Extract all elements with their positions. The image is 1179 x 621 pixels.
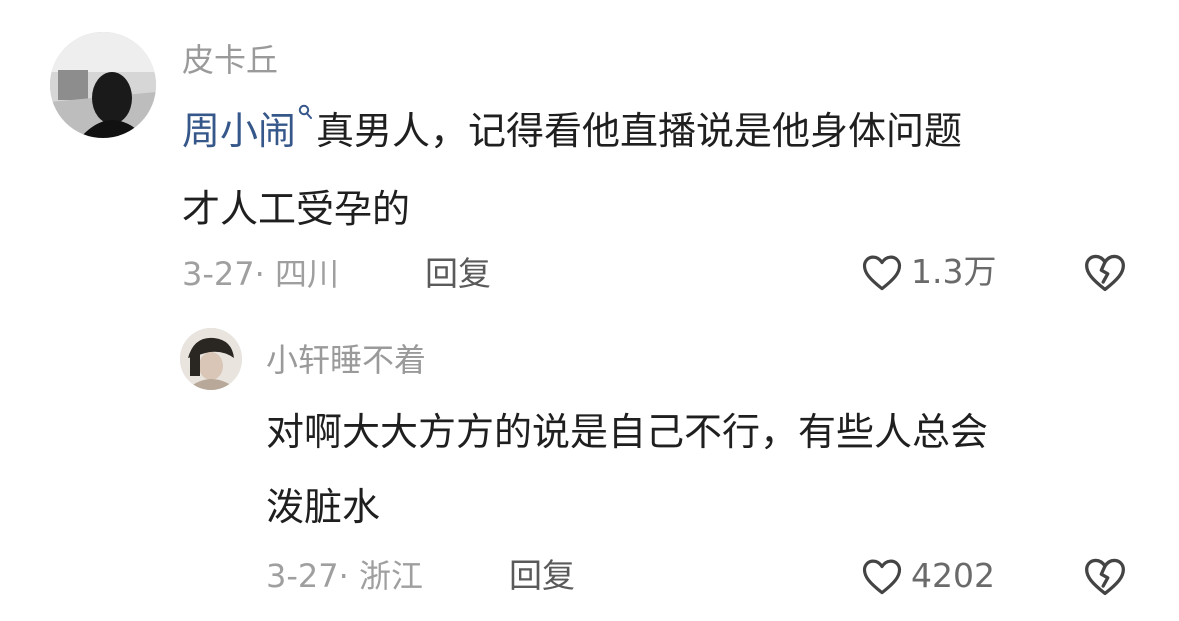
reply-button[interactable]: 回复 [509,556,575,596]
comment-text: 周小闹 真男人，记得看他直播说是他身体问题 才人工受孕的 [182,104,962,233]
reply-button[interactable]: 回复 [425,254,491,294]
dislike-button[interactable] [1083,555,1127,601]
comment-text-line: 对啊大大方方的说是自己不行，有些人总会 [266,410,989,454]
like-button[interactable]: 4202 [861,556,995,596]
dislike-button[interactable] [1083,251,1127,297]
like-count: 1.3万 [911,252,997,291]
broken-heart-icon [1085,254,1125,292]
comment-text-line: 才人工受孕的 [182,187,411,231]
search-mention-icon [298,104,313,119]
meta-separator: · [254,255,265,293]
comment-date: 3-27 [182,255,255,293]
meta-separator: · [338,557,349,595]
comment-location: 浙江 [358,557,423,595]
avatar-image [50,32,156,138]
broken-heart-icon [1085,558,1125,596]
comment-text-line: 泼脏水 [266,485,381,529]
comment-text: 对啊大大方方的说是自己不行，有些人总会 泼脏水 [266,408,988,531]
avatar[interactable] [180,328,242,390]
comment-meta: 3-27· 四川 [182,254,339,294]
comment-meta: 3-27· 浙江 [266,556,423,596]
heart-outline-icon [862,559,902,595]
comment-location: 四川 [274,255,339,293]
like-button[interactable]: 1.3万 [861,252,996,292]
mention-link[interactable]: 周小闹 [182,109,296,153]
comment-date: 3-27 [266,557,339,595]
avatar-image [180,328,242,390]
heart-outline-icon [862,255,902,291]
comment-username[interactable]: 小轩睡不着 [266,340,426,380]
comment-text-line: 真男人，记得看他直播说是他身体问题 [316,109,963,153]
comment-username[interactable]: 皮卡丘 [182,40,278,80]
like-count: 4202 [911,556,995,595]
avatar[interactable] [50,32,156,138]
